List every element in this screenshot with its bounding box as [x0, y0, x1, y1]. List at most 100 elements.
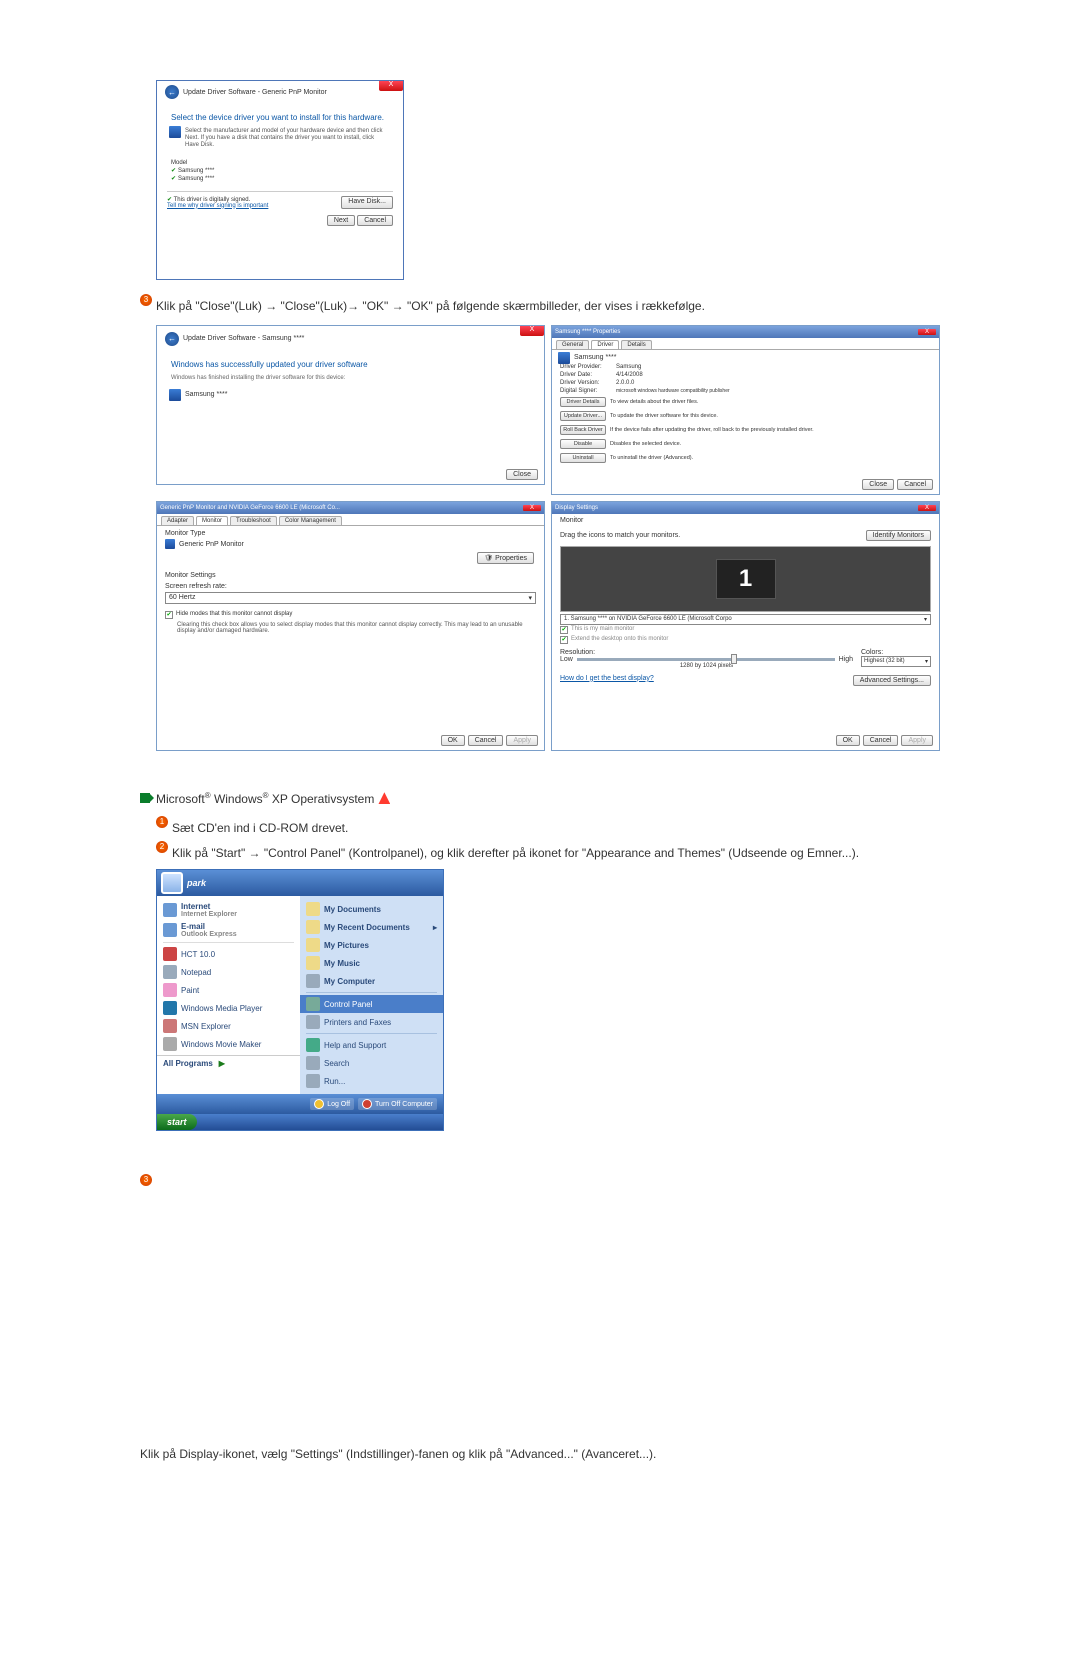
monitor-settings-label: Monitor Settings: [157, 566, 544, 581]
cancel-button[interactable]: Cancel: [468, 735, 504, 746]
start-item-computer[interactable]: My Computer: [300, 972, 443, 990]
back-icon[interactable]: ←: [165, 85, 179, 99]
resolution-value: 1280 by 1024 pixels: [560, 663, 853, 669]
tab-troubleshoot[interactable]: Troubleshoot: [230, 516, 277, 525]
start-item-search[interactable]: Search: [300, 1054, 443, 1072]
start-item-pictures[interactable]: My Pictures: [300, 936, 443, 954]
start-item-internet[interactable]: InternetInternet Explorer: [157, 900, 300, 920]
warning-icon: [378, 792, 390, 804]
all-programs[interactable]: All Programs▶: [157, 1055, 300, 1071]
extend-desktop-checkbox[interactable]: ✔: [560, 636, 568, 644]
logoff-button[interactable]: Log Off: [310, 1098, 354, 1110]
signing-link[interactable]: Tell me why driver signing is important: [167, 203, 268, 209]
hide-modes-checkbox[interactable]: ✔: [165, 611, 173, 619]
close-button[interactable]: Close: [506, 469, 538, 480]
apply-button[interactable]: Apply: [901, 735, 933, 746]
next-button[interactable]: Next: [327, 215, 355, 226]
start-item-hct[interactable]: HCT 10.0: [157, 945, 300, 963]
tab-driver[interactable]: Driver: [591, 340, 619, 349]
start-item-wmp[interactable]: Windows Media Player: [157, 999, 300, 1017]
dialog-heading: Select the device driver you want to ins…: [157, 103, 403, 126]
list-item[interactable]: ✔Samsung ****: [157, 175, 403, 183]
start-item-email[interactable]: E-mailOutlook Express: [157, 920, 300, 940]
uninstall-button[interactable]: Uninstall: [560, 453, 606, 463]
chevron-down-icon: ▾: [925, 658, 928, 665]
step-text: Sæt CD'en ind i CD-ROM drevet.: [172, 820, 940, 837]
hide-modes-label: Hide modes that this monitor cannot disp…: [176, 611, 292, 617]
start-item-help[interactable]: Help and Support: [300, 1036, 443, 1054]
colors-select[interactable]: Highest (32 bit)▾: [861, 656, 931, 667]
run-icon: [306, 1074, 320, 1088]
colors-label: Colors:: [861, 649, 931, 656]
start-item-control-panel[interactable]: Control Panel: [300, 995, 443, 1013]
device-icon: [558, 352, 570, 364]
start-item-documents[interactable]: My Documents: [300, 900, 443, 918]
close-button[interactable]: Close: [862, 479, 894, 490]
tab-general[interactable]: General: [556, 340, 589, 349]
start-item-recent[interactable]: My Recent Documents▸: [300, 918, 443, 936]
drag-text: Drag the icons to match your monitors.: [560, 532, 680, 539]
close-icon[interactable]: X: [520, 326, 544, 336]
device-icon: [169, 389, 181, 401]
best-display-link[interactable]: How do I get the best display?: [560, 675, 654, 686]
chevron-down-icon: ▾: [528, 594, 532, 602]
ok-button[interactable]: OK: [441, 735, 465, 746]
start-item-paint[interactable]: Paint: [157, 981, 300, 999]
dialog-title: Display Settings: [555, 505, 598, 511]
start-item-run[interactable]: Run...: [300, 1072, 443, 1090]
close-icon[interactable]: X: [379, 81, 403, 91]
bullet-icon: [140, 793, 150, 803]
advanced-settings-button[interactable]: Advanced Settings...: [853, 675, 931, 686]
dialog-title: Generic PnP Monitor and NVIDIA GeForce 6…: [160, 505, 340, 511]
resolution-slider[interactable]: [577, 658, 835, 661]
monitor-label: Monitor: [552, 514, 939, 527]
properties-button[interactable]: 🛡 Properties: [477, 552, 534, 564]
final-instruction: Klik på Display-ikonet, vælg "Settings" …: [140, 1446, 940, 1463]
driver-details-button[interactable]: Driver Details: [560, 397, 606, 407]
search-icon: [306, 1056, 320, 1070]
cancel-button[interactable]: Cancel: [897, 479, 933, 490]
paint-icon: [163, 983, 177, 997]
identify-monitors-button[interactable]: Identify Monitors: [866, 530, 931, 541]
step-number-2: 2: [156, 841, 168, 853]
start-item-msn[interactable]: MSN Explorer: [157, 1017, 300, 1035]
tab-details[interactable]: Details: [621, 340, 651, 349]
display-settings-dialog: Display Settings X Monitor Drag the icon…: [551, 501, 940, 751]
turnoff-button[interactable]: Turn Off Computer: [358, 1098, 437, 1110]
chevron-right-icon: ▶: [219, 1059, 225, 1068]
ok-button[interactable]: OK: [836, 735, 860, 746]
tab-color[interactable]: Color Management: [279, 516, 342, 525]
cancel-button[interactable]: Cancel: [357, 215, 393, 226]
close-icon[interactable]: X: [523, 505, 541, 511]
list-item[interactable]: ✔Samsung ****: [157, 167, 403, 175]
tab-monitor[interactable]: Monitor: [196, 516, 228, 525]
close-icon[interactable]: X: [918, 505, 936, 511]
monitor-select[interactable]: 1. Samsung **** on NVIDIA GeForce 6600 L…: [560, 614, 931, 625]
apply-button[interactable]: Apply: [506, 735, 538, 746]
logoff-icon: [314, 1099, 324, 1109]
monitor-type-label: Monitor Type: [157, 526, 544, 541]
cpanel-icon: [306, 997, 320, 1011]
start-item-music[interactable]: My Music: [300, 954, 443, 972]
start-item-notepad[interactable]: Notepad: [157, 963, 300, 981]
start-item-wmm[interactable]: Windows Movie Maker: [157, 1035, 300, 1053]
tab-adapter[interactable]: Adapter: [161, 516, 194, 525]
back-icon[interactable]: ←: [165, 332, 179, 346]
mail-icon: [163, 923, 177, 937]
main-monitor-checkbox[interactable]: ✔: [560, 626, 568, 634]
update-driver-button[interactable]: Update Driver...: [560, 411, 606, 421]
start-item-printers[interactable]: Printers and Faxes: [300, 1013, 443, 1031]
close-icon[interactable]: X: [918, 329, 936, 335]
rollback-button[interactable]: Roll Back Driver: [560, 425, 606, 435]
monitor-preview[interactable]: 1: [716, 559, 776, 599]
os-heading-text: Microsoft® Windows® XP Operativsystem: [156, 791, 374, 806]
resolution-label: Resolution:: [560, 649, 853, 656]
success-heading: Windows has successfully updated your dr…: [157, 350, 544, 373]
cancel-button[interactable]: Cancel: [863, 735, 899, 746]
have-disk-button[interactable]: Have Disk...: [341, 196, 393, 209]
notepad-icon: [163, 965, 177, 979]
start-button[interactable]: start: [157, 1114, 197, 1130]
ie-icon: [163, 903, 177, 917]
refresh-rate-select[interactable]: 60 Hertz▾: [165, 592, 536, 604]
disable-button[interactable]: Disable: [560, 439, 606, 449]
